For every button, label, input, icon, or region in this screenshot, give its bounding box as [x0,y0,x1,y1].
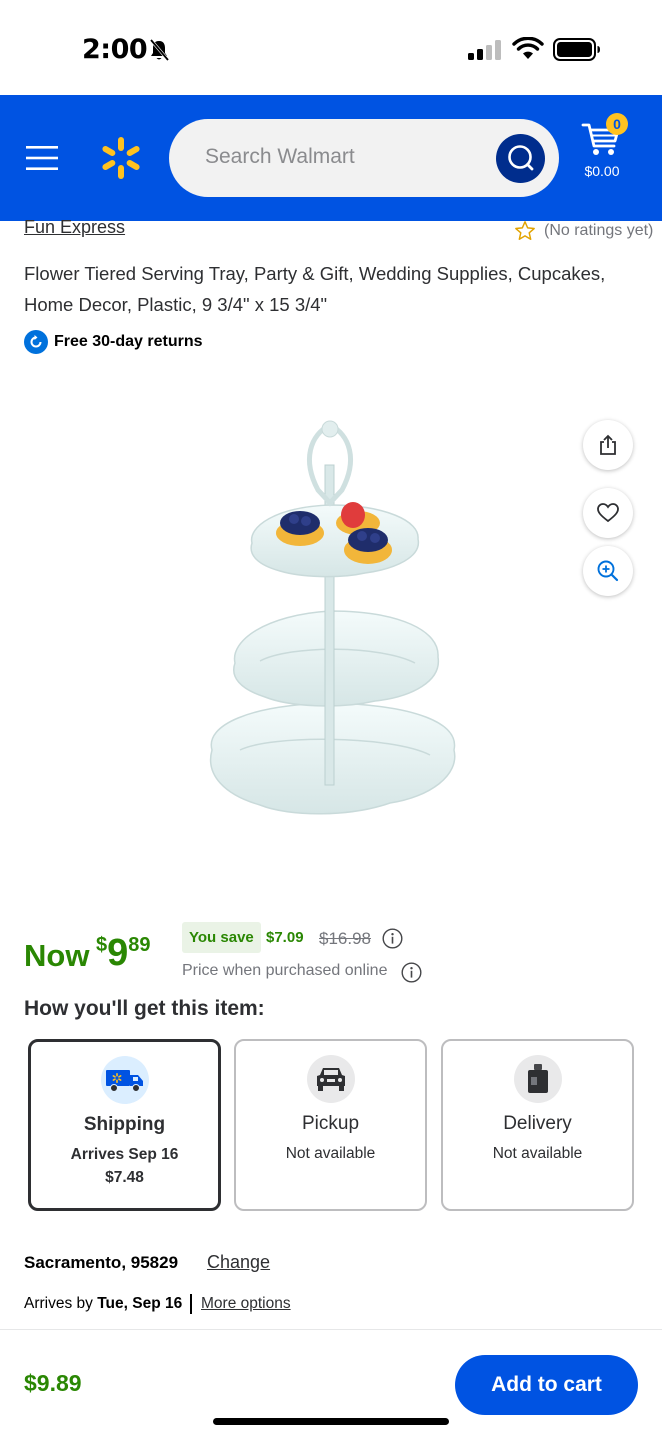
option-title: Pickup [301,1113,360,1134]
zoom-button[interactable] [583,546,633,596]
fulfillment-heading: How you'll get this item: [24,997,265,1020]
current-price: $989 [96,932,151,975]
price-now-label: Now [24,938,90,973]
info-icon[interactable] [382,928,403,949]
info-icon[interactable] [401,962,422,983]
price-currency: $ [96,934,108,956]
battery-icon [553,38,600,61]
arrival-info: Arrives by Tue, Sep 16 [24,1295,182,1313]
home-indicator [213,1418,449,1425]
star-rating-icon [515,221,535,240]
price-dollars: 9 [107,932,129,974]
search-icon [508,145,534,171]
search-button[interactable] [496,134,545,183]
heart-icon [597,503,619,523]
option-subtitle: Not available [285,1145,376,1162]
option-price: $7.48 [105,1169,144,1186]
pickup-car-icon [306,1055,355,1103]
bottom-price: $9.89 [24,1370,82,1396]
hamburger-menu-icon[interactable] [24,143,60,173]
arrives-date: Tue, Sep 16 [97,1295,183,1312]
product-image[interactable] [190,405,475,875]
option-subtitle: Not available [492,1145,583,1162]
wifi-icon [512,37,544,59]
price-cents: 89 [128,934,151,956]
shipping-truck-icon [100,1056,149,1104]
brand-link[interactable]: Fun Express [24,217,125,238]
you-save-badge: You save [182,922,261,953]
search-placeholder: Search Walmart [205,145,355,168]
delivery-bag-icon [513,1055,562,1103]
option-title: Shipping [83,1114,166,1135]
favorite-button[interactable] [583,488,633,538]
status-time: 2:00 [82,34,148,65]
status-bar: 2:00 [0,0,662,95]
price-note: Price when purchased online [182,962,388,979]
shipping-option[interactable]: Shipping Arrives Sep 16 $7.48 [28,1039,221,1211]
delivery-location: Sacramento, 95829 [24,1253,179,1272]
pickup-option[interactable]: Pickup Not available [234,1039,427,1211]
cart-total: $0.00 [584,163,620,179]
divider [190,1294,192,1314]
free-returns-label: Free 30-day returns [54,333,203,350]
product-title: Flower Tiered Serving Tray, Party & Gift… [24,263,606,315]
option-subtitle: Arrives Sep 16 [70,1146,179,1163]
arrives-prefix: Arrives by [24,1295,93,1312]
returns-icon [24,330,48,354]
rating-text[interactable]: (No ratings yet) [544,222,653,240]
share-button[interactable] [583,420,633,470]
bell-muted-icon [149,39,170,61]
cart-count-badge: 0 [606,113,628,135]
more-options-link[interactable]: More options [201,1295,291,1313]
walmart-spark-logo[interactable] [98,135,144,181]
save-amount: $7.09 [266,929,304,946]
delivery-option[interactable]: Delivery Not available [441,1039,634,1211]
share-icon [600,434,616,455]
cellular-signal-icon [468,40,501,60]
add-to-cart-button[interactable]: Add to cart [455,1355,638,1415]
was-price: $16.98 [319,929,371,948]
zoom-in-icon [597,560,619,582]
change-location-link[interactable]: Change [207,1252,270,1273]
option-title: Delivery [503,1113,572,1134]
